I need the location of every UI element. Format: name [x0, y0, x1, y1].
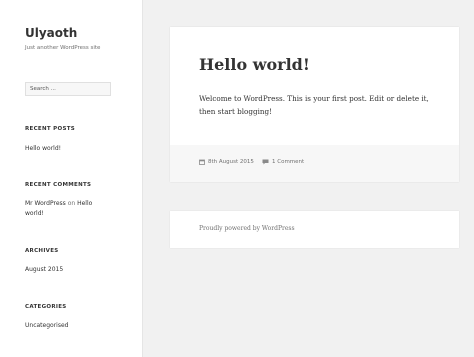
- post-title[interactable]: Hello world!: [199, 55, 310, 74]
- search-input[interactable]: Search ...: [25, 82, 111, 96]
- comment-post-link-cont[interactable]: world!: [25, 210, 44, 217]
- site-footer: Proudly powered by WordPress: [170, 211, 459, 248]
- comment-post-link[interactable]: Hello: [77, 200, 92, 207]
- site-title[interactable]: Ulyaoth: [25, 26, 77, 40]
- post-card: Hello world! Welcome to WordPress. This …: [170, 27, 459, 182]
- post-content: Welcome to WordPress. This is your first…: [199, 94, 429, 116]
- comment-icon: [262, 159, 269, 165]
- archives-title: ARCHIVES: [25, 248, 59, 254]
- category-link[interactable]: Uncategorised: [25, 321, 68, 331]
- post-date-link[interactable]: 8th August 2015: [208, 159, 254, 165]
- comment-on-label: on: [67, 200, 76, 207]
- comment-author-link[interactable]: Mr WordPress: [25, 200, 66, 207]
- post-meta: 8th August 2015 1 Comment: [170, 145, 459, 182]
- sidebar: Ulyaoth Just another WordPress site Sear…: [0, 0, 143, 357]
- site-description: Just another WordPress site: [25, 45, 101, 51]
- post-comments: 1 Comment: [262, 159, 304, 165]
- post-date: 8th August 2015: [199, 159, 254, 165]
- comments-link[interactable]: 1 Comment: [272, 159, 304, 165]
- recent-post-link[interactable]: Hello world!: [25, 144, 61, 154]
- recent-comments-title: RECENT COMMENTS: [25, 182, 92, 188]
- recent-comment-item: Mr WordPress on Hello world!: [25, 199, 92, 218]
- calendar-icon: [199, 159, 205, 165]
- archive-link[interactable]: August 2015: [25, 265, 63, 275]
- footer-credit[interactable]: Proudly powered by WordPress: [199, 225, 295, 232]
- recent-posts-title: RECENT POSTS: [25, 126, 76, 132]
- categories-title: CATEGORIES: [25, 304, 67, 310]
